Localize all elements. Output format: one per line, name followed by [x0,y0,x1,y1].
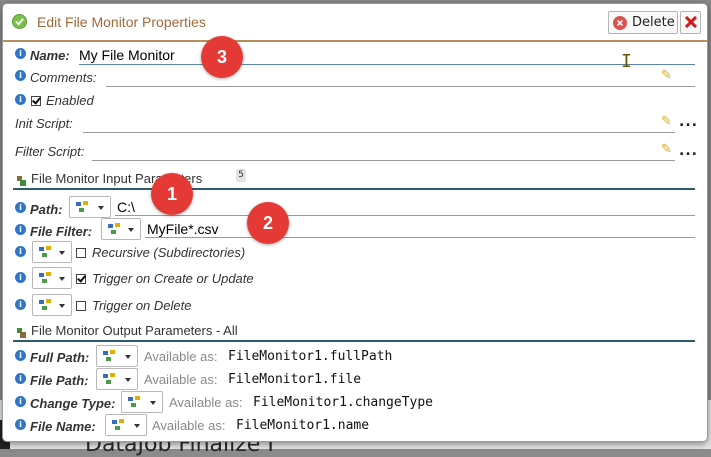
delete-button[interactable]: Delete [608,11,678,34]
comments-label: Comments: [30,70,97,85]
path-label: Path: [30,202,63,217]
value-type-dropdown[interactable] [101,218,141,240]
name-label: Name: [30,48,70,63]
pencil-icon[interactable]: ✎ [661,142,672,157]
init-script-input[interactable] [83,132,675,133]
trigger-create-label: Trigger on Create or Update [92,271,254,286]
section-divider [13,340,695,342]
variable-icon [39,246,51,257]
callout-badge: 2 [247,202,289,244]
pencil-icon[interactable]: ✎ [661,68,672,83]
value-type-dropdown[interactable] [121,391,163,413]
info-icon[interactable]: i [15,419,26,430]
path-input[interactable]: C:\ [117,199,135,215]
output-variable: FileMonitor1.file [228,372,362,387]
value-type-dropdown[interactable] [69,196,111,218]
trigger-delete-checkbox[interactable] [76,301,86,311]
section-divider [13,188,695,190]
name-input[interactable]: My File Monitor [79,47,175,63]
init-script-label: Init Script: [15,116,73,131]
filter-script-input[interactable] [92,160,675,161]
info-icon[interactable]: i [15,224,26,235]
variable-icon [39,299,51,310]
more-button[interactable]: ... [679,143,698,159]
variable-icon [76,201,88,212]
output-variable: FileMonitor1.fullPath [228,349,393,364]
info-icon[interactable]: i [15,94,26,105]
delete-button-label: Delete [632,15,675,30]
info-icon[interactable]: i [15,246,26,257]
value-type-dropdown[interactable] [96,368,138,390]
available-as-label: Available as: [144,349,218,364]
variable-icon [108,223,120,234]
info-icon[interactable]: i [15,299,26,310]
text-cursor-icon: I [621,51,632,72]
edit-file-monitor-dialog: Edit File Monitor Properties Delete i Na… [2,3,708,442]
output-label: Full Path: [30,350,90,365]
output-label: File Name: [30,419,96,434]
available-as-label: Available as: [144,372,218,387]
enabled-checkbox[interactable] [31,96,41,106]
info-icon[interactable]: i [15,70,26,81]
info-icon[interactable]: i [15,373,26,384]
value-type-dropdown[interactable] [96,345,138,367]
variable-icon [39,272,51,283]
variable-icon [103,350,115,361]
file-filter-input[interactable]: MyFile*.csv [147,221,219,237]
trigger-create-checkbox[interactable] [76,274,86,284]
info-icon[interactable]: i [15,202,26,213]
output-label: File Path: [30,373,89,388]
variable-icon [128,396,140,407]
more-button[interactable]: ... [679,114,698,130]
callout-badge: 1 [151,173,193,215]
pencil-icon[interactable]: ✎ [661,114,672,129]
available-as-label: Available as: [152,418,226,433]
input-params-badge: 5 [236,169,246,182]
variable-icon [103,373,115,384]
available-as-label: Available as: [169,395,243,410]
value-type-dropdown[interactable] [32,267,72,289]
info-icon[interactable]: i [15,272,26,283]
comments-input[interactable] [106,86,695,87]
dialog-title: Edit File Monitor Properties [37,14,206,30]
callout-badge: 3 [201,36,243,78]
checkmark-icon [12,14,27,29]
name-input-underline [79,64,695,65]
file-filter-underline [145,237,695,238]
trigger-delete-label: Trigger on Delete [92,298,192,313]
variable-icon [112,419,124,430]
delete-icon [613,15,627,30]
close-button[interactable] [680,11,701,34]
filter-script-label: Filter Script: [15,144,85,159]
output-variable: FileMonitor1.changeType [253,395,434,410]
enabled-label: Enabled [46,93,94,108]
output-variable: FileMonitor1.name [236,418,370,433]
value-type-dropdown[interactable] [32,294,72,316]
value-type-dropdown[interactable] [32,241,72,263]
output-params-title: File Monitor Output Parameters - All [31,323,238,338]
close-icon [684,13,697,32]
output-label: Change Type: [30,396,116,411]
info-icon[interactable]: i [15,350,26,361]
path-input-underline [115,215,695,216]
info-icon[interactable]: i [15,396,26,407]
info-icon[interactable]: i [15,48,26,59]
recursive-checkbox[interactable] [76,248,86,258]
recursive-label: Recursive (Subdirectories) [92,245,246,260]
file-filter-label: File Filter: [30,224,93,239]
value-type-dropdown[interactable] [105,414,147,436]
dialog-titlebar: Edit File Monitor Properties Delete [3,4,707,42]
